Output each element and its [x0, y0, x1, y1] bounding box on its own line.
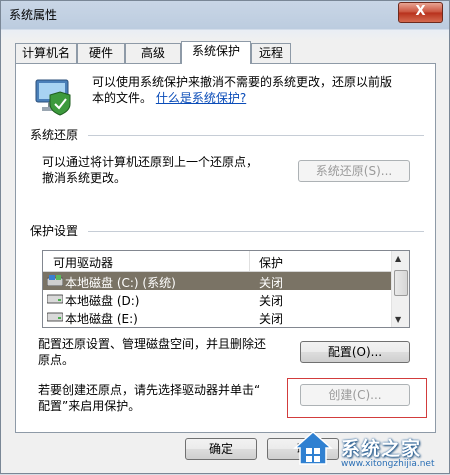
- window-title: 系统属性: [9, 8, 58, 22]
- system-restore-button[interactable]: 系统还原(S)...: [298, 160, 410, 182]
- configure-button[interactable]: 配置(O)...: [300, 341, 410, 363]
- what-is-system-protection-link[interactable]: 什么是系统保护?: [156, 91, 246, 105]
- system-restore-heading: 系统还原: [30, 128, 79, 142]
- system-properties-window: 系统属性 X 计算机名 硬件 高级 系统保护 远程 可以使用系统保护来撤消不需要…: [0, 0, 450, 474]
- configure-description: 配置还原设置、管理磁盘空间，并且删除还 原点。: [38, 336, 266, 368]
- system-protection-shield-icon: [35, 79, 71, 116]
- system-restore-description: 可以通过将计算机还原到上一个还原点， 撤消系统更改。: [42, 154, 258, 186]
- create-desc-line-2: 配置”来启用保护。: [38, 399, 141, 413]
- drive-name: 本地磁盘 (C:) (系统): [65, 276, 176, 290]
- drive-row-e[interactable]: 本地磁盘 (E:) 关闭: [43, 308, 393, 326]
- title-bar[interactable]: 系统属性 X: [1, 1, 449, 29]
- drive-protection-status: 关闭: [259, 276, 284, 290]
- create-desc-line-1: 若要创建还原点，请先选择驱动器并单击“: [38, 383, 261, 397]
- ok-button[interactable]: 确定: [185, 438, 257, 460]
- house-logo-icon: [293, 430, 333, 465]
- tab-hardware[interactable]: 硬件: [77, 43, 125, 63]
- tab-computer-name[interactable]: 计算机名: [15, 43, 77, 63]
- intro-line-1: 可以使用系统保护来撤消不需要的系统更改，还原以前版: [92, 75, 393, 89]
- tab-advanced[interactable]: 高级: [125, 43, 181, 63]
- intro-line-2-prefix: 本的文件。: [92, 91, 153, 105]
- scrollbar-thumb[interactable]: [394, 270, 408, 296]
- configure-desc-line-2: 原点。: [38, 353, 75, 367]
- drive-name: 本地磁盘 (E:): [65, 312, 138, 326]
- system-drive-icon: [47, 275, 63, 286]
- tab-system-protection[interactable]: 系统保护: [181, 41, 251, 64]
- protection-settings-divider: [88, 231, 424, 232]
- system-restore-divider: [88, 135, 424, 136]
- drives-list[interactable]: 可用驱动器 保护 本地磁盘 (C:) (系统) 关闭 本地磁盘 (D:) 关闭 …: [42, 250, 410, 328]
- close-button[interactable]: X: [398, 2, 443, 23]
- create-description: 若要创建还原点，请先选择驱动器并单击“ 配置”来启用保护。: [38, 382, 260, 414]
- watermark: 系统之家 www.xitongzhijia.net: [291, 428, 450, 475]
- drive-name: 本地磁盘 (D:): [65, 294, 140, 308]
- drive-row-d[interactable]: 本地磁盘 (D:) 关闭: [43, 290, 393, 308]
- drive-protection-status: 关闭: [259, 294, 284, 308]
- drive-row-c[interactable]: 本地磁盘 (C:) (系统) 关闭: [43, 272, 393, 290]
- highlight-box: [287, 378, 427, 418]
- watermark-brand: 系统之家: [341, 438, 422, 460]
- system-restore-desc-line-1: 可以通过将计算机还原到上一个还原点，: [42, 155, 259, 169]
- drive-protection-status: 关闭: [259, 312, 284, 326]
- protection-settings-heading: 保护设置: [30, 224, 79, 238]
- system-restore-desc-line-2: 撤消系统更改。: [42, 171, 127, 185]
- column-protection[interactable]: 保护: [259, 254, 283, 271]
- drives-list-header: 可用驱动器 保护: [43, 251, 393, 272]
- column-available-drives[interactable]: 可用驱动器: [53, 254, 113, 271]
- drives-list-scrollbar[interactable]: ▲ ▼: [391, 251, 409, 327]
- column-separator: [249, 251, 250, 271]
- intro-line-2: 本的文件。 什么是系统保护?: [92, 90, 422, 106]
- watermark-url: www.xitongzhijia.net: [341, 459, 435, 469]
- hard-drive-icon: [47, 312, 63, 322]
- tab-remote[interactable]: 远程: [251, 43, 291, 63]
- intro-text: 可以使用系统保护来撤消不需要的系统更改，还原以前版 本的文件。 什么是系统保护?: [92, 74, 422, 106]
- configure-desc-line-1: 配置还原设置、管理磁盘空间，并且删除还: [38, 337, 267, 351]
- scroll-up-arrow-icon[interactable]: ▲: [395, 254, 401, 263]
- scroll-down-arrow-icon[interactable]: ▼: [395, 315, 401, 324]
- hard-drive-icon: [47, 294, 63, 304]
